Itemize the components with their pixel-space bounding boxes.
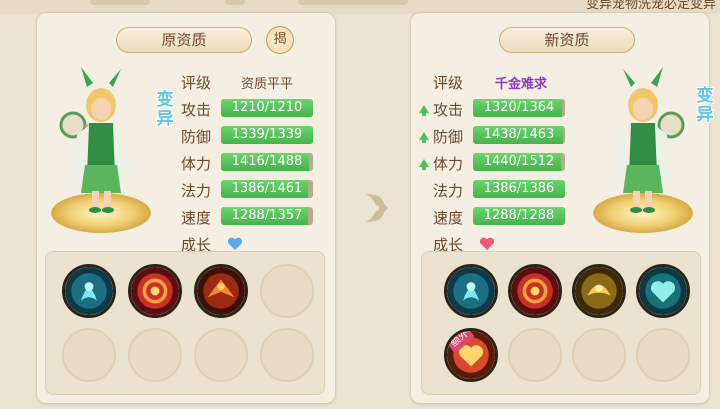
stat-label: 速度 — [181, 209, 212, 227]
stat-label: 速度 — [433, 209, 464, 227]
pet-display — [45, 65, 155, 240]
teal-heart-skill-icon[interactable] — [636, 264, 690, 318]
pet-sprite — [611, 67, 685, 213]
stat-value: 1339/1339 — [231, 127, 303, 142]
top-tab-stub — [225, 0, 245, 5]
stat-value: 1386/1386 — [483, 181, 555, 196]
stat-label: 防御 — [181, 128, 212, 146]
stat-value: 1440/1512 — [483, 154, 555, 169]
stat-value: 1288/1288 — [483, 208, 555, 223]
grade-value: 资质平平 — [241, 77, 294, 92]
top-tab-stub — [90, 0, 150, 5]
increase-arrow-icon — [419, 132, 429, 143]
panel-title: 原资质 — [116, 27, 252, 53]
mutant-tag: 变异 — [156, 90, 174, 129]
pet-display — [587, 65, 697, 240]
top-tab-stub — [298, 0, 408, 5]
stat-bar: 1288/1357 — [221, 207, 313, 225]
stat-value: 1416/1488 — [231, 154, 303, 169]
fire-vortex-skill-icon[interactable] — [508, 264, 562, 318]
panel-title: 新资质 — [499, 27, 635, 53]
empty-skill-slot[interactable] — [128, 328, 182, 382]
stat-bar: 1438/1463 — [473, 126, 565, 144]
empty-skill-slot[interactable] — [194, 328, 248, 382]
new-aptitude-panel: 新资质 变异 评级 千金难求 攻击 1320/1364 防御 1438/1463… — [410, 12, 714, 404]
stat-label: 攻击 — [181, 101, 212, 119]
stat-bar: 1288/1288 — [473, 207, 565, 225]
stat-bar: 1386/1461 — [221, 180, 313, 198]
fire-vortex-skill-icon[interactable] — [128, 264, 182, 318]
blue-heart-icon — [227, 237, 243, 250]
stat-bar: 1339/1339 — [221, 126, 313, 144]
stat-value: 1320/1364 — [483, 100, 555, 115]
golden-phoenix-skill-icon[interactable] — [572, 264, 626, 318]
pet-sprite — [59, 67, 133, 213]
stat-label: 攻击 — [433, 101, 464, 119]
pink-heart-icon — [479, 237, 495, 250]
stat-bar: 1416/1488 — [221, 153, 313, 171]
mutation-notice: 变异宠物洗宠必定变异 — [585, 0, 716, 12]
mutant-tag: 变异 — [696, 86, 714, 125]
grade-value: 千金难求 — [495, 77, 548, 92]
reveal-button[interactable]: 揭 — [266, 26, 294, 54]
stat-label: 体力 — [433, 155, 464, 173]
empty-skill-slot[interactable] — [572, 328, 626, 382]
skill-grid — [45, 251, 325, 395]
empty-skill-slot[interactable] — [260, 264, 314, 318]
increase-arrow-icon — [419, 105, 429, 116]
stat-bar: 1386/1386 — [473, 180, 565, 198]
stat-label: 法力 — [433, 182, 464, 200]
stat-value: 1386/1461 — [231, 181, 303, 196]
grade-label: 评级 — [181, 74, 212, 92]
extra-heart-skill-icon[interactable]: 额外 — [444, 328, 498, 382]
stat-value: 1210/1210 — [231, 100, 303, 115]
transfer-arrow-icon — [366, 194, 388, 222]
stat-label: 防御 — [433, 128, 464, 146]
stat-bar: 1320/1364 — [473, 99, 565, 117]
empty-skill-slot[interactable] — [508, 328, 562, 382]
stat-value: 1438/1463 — [483, 127, 555, 142]
water-spirit-skill-icon[interactable] — [444, 264, 498, 318]
increase-arrow-icon — [419, 159, 429, 170]
water-spirit-skill-icon[interactable] — [62, 264, 116, 318]
skill-grid: 额外 — [421, 251, 701, 395]
grade-label: 评级 — [433, 74, 464, 92]
empty-skill-slot[interactable] — [636, 328, 690, 382]
empty-skill-slot[interactable] — [260, 328, 314, 382]
stat-label: 体力 — [181, 155, 212, 173]
stat-bar: 1440/1512 — [473, 153, 565, 171]
empty-skill-slot[interactable] — [62, 328, 116, 382]
original-aptitude-panel: 原资质 揭 变异 评级 资质平平 攻击 1210/1210 防御 1339/13… — [36, 12, 336, 404]
phoenix-fire-skill-icon[interactable] — [194, 264, 248, 318]
stat-bar: 1210/1210 — [221, 99, 313, 117]
stat-value: 1288/1357 — [231, 208, 303, 223]
stat-label: 法力 — [181, 182, 212, 200]
